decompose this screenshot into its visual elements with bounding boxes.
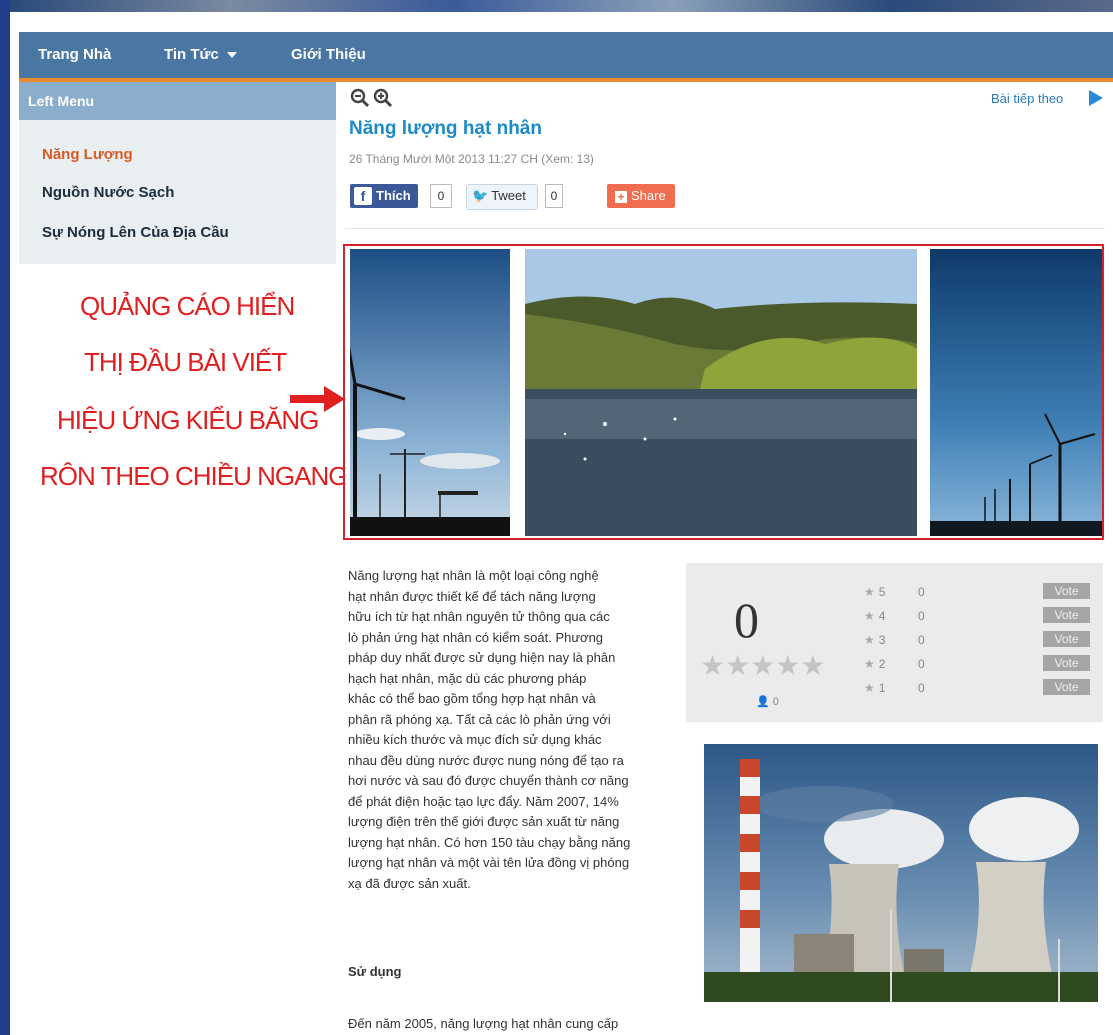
article-line: hơi nước và sau đó được chuyển thành cơ …: [348, 773, 629, 788]
vote-button-2[interactable]: Vote: [1043, 655, 1090, 671]
rating-row-2: ★ 2 0: [864, 657, 925, 671]
play-right-icon[interactable]: [1089, 90, 1103, 106]
nav-item-home[interactable]: Trang Nhà: [38, 46, 111, 63]
article-line: pháp duy nhất được sử dụng hiện nay là p…: [348, 650, 616, 665]
rating-row-count: 0: [918, 585, 925, 599]
star-rating-input[interactable]: ★★★★★: [700, 649, 826, 682]
rating-row-4: ★ 4 0: [864, 609, 925, 623]
vote-button-1[interactable]: Vote: [1043, 679, 1090, 695]
next-article-link[interactable]: Bài tiếp theo: [991, 91, 1063, 106]
article-line: hạch hạt nhân, mặc dù các phương pháp: [348, 670, 587, 686]
header-banner-image: [10, 0, 1113, 12]
chevron-down-icon: [226, 52, 237, 59]
zoom-out-icon[interactable]: [350, 88, 370, 108]
article-meta: 26 Tháng Mười Một 2013 11:27 CH (Xem: 13…: [349, 152, 594, 166]
star-icon: ★: [864, 657, 875, 671]
article-line: xạ đã được sản xuất.: [348, 875, 471, 891]
plus-icon: +: [615, 191, 627, 203]
left-menu-item-energy[interactable]: Năng Lượng: [42, 146, 133, 163]
rating-row-stars: 4: [878, 609, 886, 623]
facebook-like-count: 0: [430, 184, 452, 208]
article-line: để phát điện hoặc tạo lực đẩy. Năm 2007,…: [348, 793, 619, 809]
main-navbar: Trang Nhà Tin Tức Giới Thiệu: [19, 32, 1113, 82]
twitter-bird-icon: 🐦: [472, 188, 489, 203]
power-plant-image: [704, 744, 1098, 1002]
article-line: lượng hạt nhân và một vài tên lửa đồng v…: [348, 855, 630, 870]
rating-average: 0: [734, 592, 759, 648]
star-icon: ★: [864, 681, 875, 695]
nav-item-news[interactable]: Tin Tức: [164, 46, 237, 63]
ad-banner-slider[interactable]: [343, 244, 1104, 540]
left-menu-title: Left Menu: [19, 82, 336, 120]
user-icon: 👤: [756, 696, 770, 708]
left-menu-item-global-warming[interactable]: Sự Nóng Lên Của Địa Cầu: [42, 224, 229, 241]
ad-annotation-line-4: RÔN THEO CHIỀU NGANG: [40, 461, 348, 491]
article-line: lò phản ứng hạt nhân có kiểm soát. Phươn…: [348, 629, 604, 645]
voter-count: 👤 0: [756, 695, 779, 708]
tweet-button[interactable]: 🐦 Tweet: [466, 184, 538, 210]
rating-row-5: ★ 5 0: [864, 585, 925, 599]
share-button[interactable]: + Share: [607, 184, 675, 208]
article-line: Năng lượng hạt nhân là một loại công ngh…: [348, 568, 599, 583]
zoom-in-icon[interactable]: [373, 88, 393, 108]
ad-annotation-line-1: QUẢNG CÁO HIỂN: [80, 291, 295, 321]
facebook-icon: f: [354, 187, 372, 205]
star-icon: ★: [864, 609, 875, 623]
rating-row-3: ★ 3 0: [864, 633, 925, 647]
article-line: nhau đều dùng nước được nung nóng để tạo…: [348, 752, 624, 768]
left-menu-item-clean-water[interactable]: Nguồn Nước Sạch: [42, 184, 174, 201]
rating-row-count: 0: [918, 609, 925, 623]
header-divider: [345, 228, 1105, 229]
section-first-line: Đến năm 2005, năng lượng hạt nhân cung c…: [348, 1016, 619, 1031]
tweet-count: 0: [545, 184, 563, 208]
article-line: hữu ích từ hạt nhân nguyên tử thông qua …: [348, 609, 610, 624]
ad-annotation-line-2: THỊ ĐẦU BÀI VIẾT: [84, 347, 287, 377]
rating-row-count: 0: [918, 657, 925, 671]
rating-row-stars: 1: [878, 681, 886, 695]
vote-button-4[interactable]: Vote: [1043, 607, 1090, 623]
left-menu: Left Menu Năng Lượng Nguồn Nước Sạch Sự …: [19, 82, 336, 264]
share-label: Share: [631, 188, 666, 203]
article-line: lượng hạt nhân. Có hơn 150 tàu chạy bằng…: [348, 834, 631, 850]
red-arrow-icon: [290, 386, 345, 412]
nav-item-news-label: Tin Tức: [164, 46, 219, 63]
rating-row-1: ★ 1 0: [864, 681, 925, 695]
rating-row-count: 0: [918, 681, 925, 695]
vote-button-3[interactable]: Vote: [1043, 631, 1090, 647]
facebook-like-label: Thích: [376, 188, 411, 203]
header-gap: [10, 12, 1113, 32]
facebook-like-button[interactable]: f Thích: [350, 184, 418, 208]
rating-row-count: 0: [918, 633, 925, 647]
nav-item-about[interactable]: Giới Thiệu: [291, 46, 366, 63]
rating-row-stars: 2: [878, 657, 886, 671]
tweet-label: Tweet: [491, 188, 526, 203]
slide-image-lake: [525, 249, 917, 536]
slide-image-wind-turbine-left: [350, 249, 510, 536]
section-heading: Sử dụng: [348, 964, 402, 979]
voter-count-value: 0: [772, 696, 779, 708]
article-body: Năng lượng hạt nhân là một loại công ngh…: [348, 566, 693, 894]
rating-widget: 0 ★★★★★ 👤 0 ★ 5 0 Vote ★ 4 0 Vote ★ 3 0 Vote ★…: [686, 563, 1103, 722]
rating-row-stars: 5: [878, 585, 886, 599]
article-line: nhiều kích thước và mục đích sử dụng khá…: [348, 732, 602, 747]
article-line: phân rã phóng xạ. Tất cả các lò phản ứng…: [348, 711, 611, 727]
article-line: lượng điện trên thế giới được sản xuất t…: [348, 814, 620, 829]
rating-row-stars: 3: [878, 633, 886, 647]
ad-annotation-line-3: HIỆU ỨNG KIỂU BĂNG: [57, 405, 319, 435]
vote-button-5[interactable]: Vote: [1043, 583, 1090, 599]
star-icon: ★: [864, 633, 875, 647]
star-icon: ★: [864, 585, 875, 599]
slide-image-wind-farm-right: [930, 249, 1102, 536]
article-line: khác có thể bao gồm tổng hợp hạt nhân và: [348, 691, 596, 706]
article-line: hạt nhân được thiết kế để tách năng lượn…: [348, 588, 596, 604]
window-frame-left: [0, 0, 10, 1035]
article-title: Năng lượng hạt nhân: [349, 118, 542, 139]
